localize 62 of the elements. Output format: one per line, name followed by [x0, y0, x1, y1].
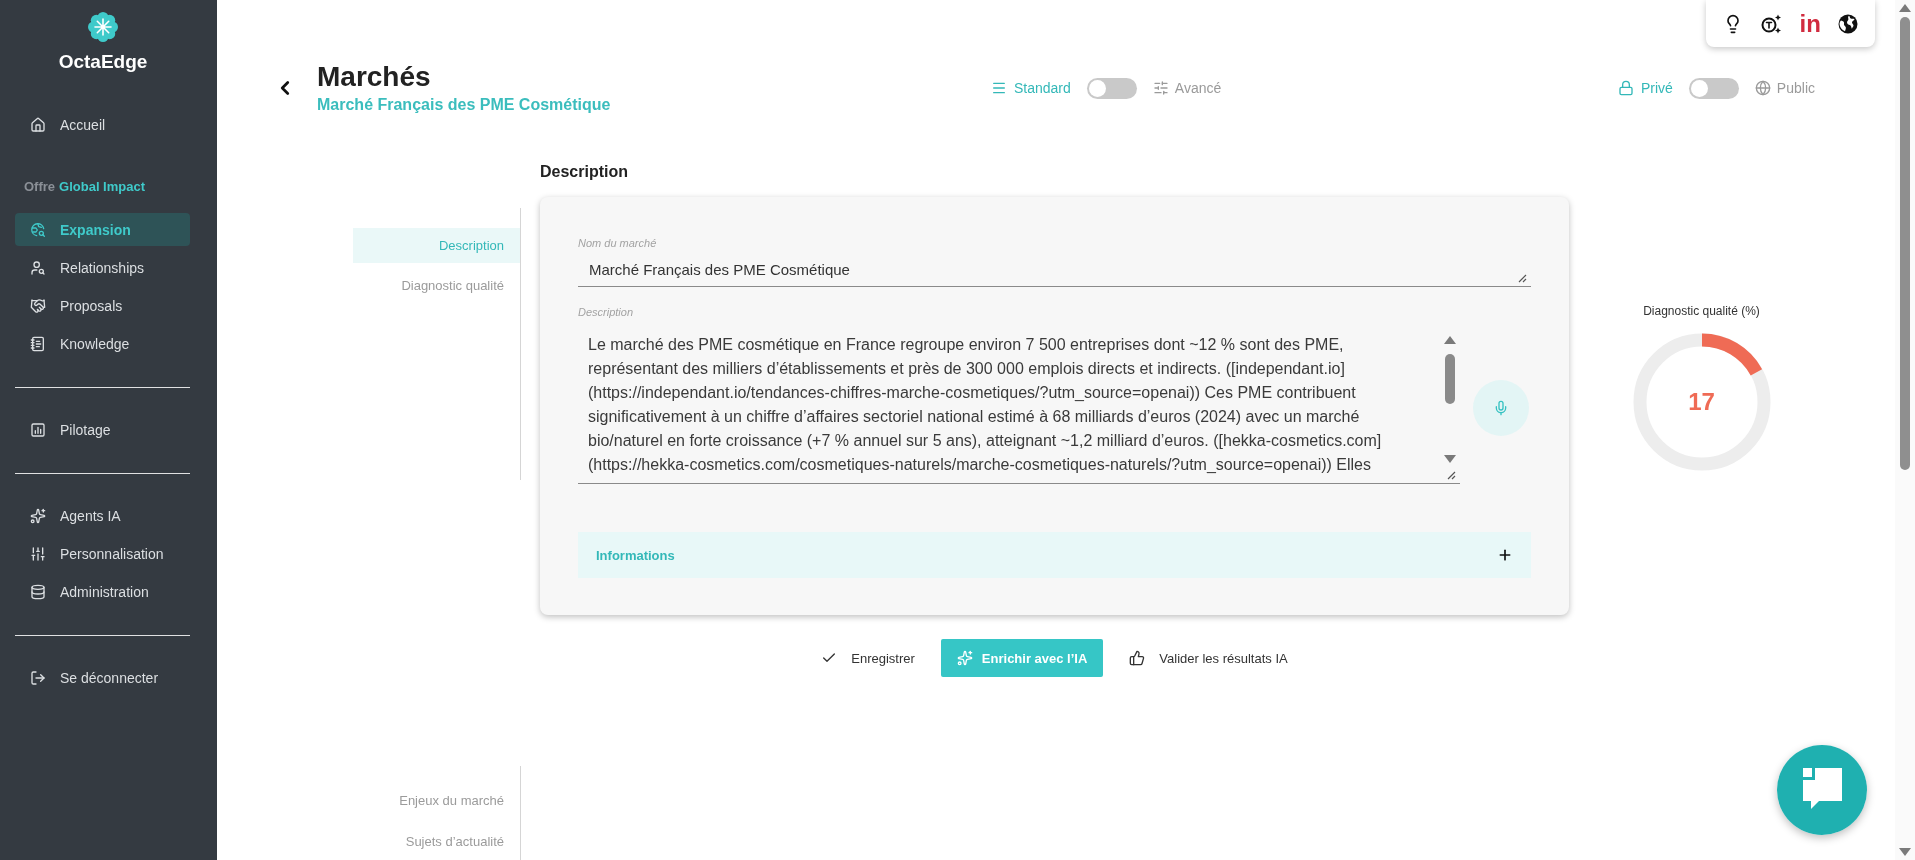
nav-item[interactable]: Pilotage — [15, 413, 190, 446]
user-search-icon — [30, 259, 46, 276]
field-label: Description — [578, 306, 635, 319]
notebook-icon — [30, 335, 46, 352]
switch-option-label: Privé — [1640, 79, 1673, 97]
menu-icon — [991, 80, 1007, 96]
switch-option-label: Public — [1776, 79, 1815, 97]
logout-icon — [30, 669, 46, 686]
lock-icon — [1617, 80, 1634, 96]
scroll-thumb[interactable] — [1900, 17, 1910, 470]
action-button[interactable]: Enregistrer — [815, 639, 921, 677]
toggle-switch[interactable] — [1688, 77, 1739, 99]
action-button[interactable]: Valider les résultats IA — [1123, 639, 1294, 677]
handshake-icon — [30, 297, 46, 314]
page-subtitle: Marché Français des PME Cosmétique — [317, 95, 612, 115]
social-link[interactable]: in — [1799, 11, 1821, 36]
nav-item[interactable]: Expansion — [15, 213, 190, 246]
page-scrollbar[interactable] — [1895, 0, 1915, 860]
nav-item[interactable]: Se déconnecter — [15, 661, 190, 694]
globe-icon — [1754, 80, 1771, 96]
logo-icon — [88, 12, 118, 42]
nav-item[interactable]: Administration — [15, 575, 190, 608]
market-name-field[interactable]: Marché Français des PME Cosmétique — [578, 255, 1531, 287]
chat-button[interactable] — [1777, 745, 1867, 835]
offer-name: Global Impact — [59, 179, 146, 195]
nav-item[interactable]: Relationships — [15, 251, 190, 284]
bar-chart-icon — [30, 421, 46, 438]
nav-item[interactable]: Proposals — [15, 289, 190, 322]
sliders-icon — [1152, 80, 1169, 96]
scroll-thumb[interactable] — [1445, 354, 1455, 404]
switch-option-label: Avancé — [1174, 79, 1222, 97]
scroll-up-icon — [1899, 4, 1911, 12]
house-icon — [30, 116, 46, 133]
sliders-icon — [30, 545, 46, 562]
scroll-down-icon — [1899, 848, 1911, 856]
microphone-icon — [1493, 400, 1509, 416]
sparkles-icon — [956, 650, 973, 666]
offer-prefix: Offre — [24, 179, 56, 195]
database-icon — [30, 583, 46, 600]
globe-search-icon — [30, 221, 46, 238]
textarea-scrollbar[interactable] — [1441, 336, 1459, 463]
nav-item[interactable]: Knowledge — [15, 327, 190, 360]
nav-item[interactable]: Agents IA — [15, 499, 190, 532]
quality-title: Diagnostic qualité (%) — [1643, 303, 1760, 319]
scroll-up-icon — [1444, 336, 1456, 344]
description-field[interactable]: Le marché des PME cosmétique en France regroupe environ 7 500 entreprises dont ~12 % sont des PME, représentant des milliers d’établissements et près de 300 000 emplois directs et indirects. ([independant.io](https://independant.io/tendances-chiffres-marche-cosmetiques/?utm_source=openai)) Ces PME contribuent significativement à un chiffre d’affaires sectoriel national estimé à 68 milliards d’euros (2024) avec un marché bio/naturel en forte croissance (+7 % annuel sur 5 ans), atteignant ~1,2 milliard d’euros. ([hekka-cosmetics.com](https://hekka-cosmetics.com/cosmetiques-naturels/marche-cosmetiques-naturels/?utm_source=openai)) Elles — [578, 332, 1460, 484]
thumbs-up-icon — [1129, 650, 1146, 666]
nav-item[interactable]: Personnalisation — [15, 537, 190, 570]
toggle-knob — [1088, 79, 1106, 97]
toggle-knob — [1690, 79, 1708, 97]
nav-item[interactable]: Accueil — [15, 108, 190, 141]
switch-option-label: Standard — [1014, 79, 1071, 97]
globe-icon[interactable] — [1838, 13, 1859, 34]
sparkles-icon — [30, 507, 46, 524]
brand-name: OctaEdge — [58, 50, 148, 74]
page-title: Marchés — [317, 60, 432, 94]
toggle-switch[interactable] — [1086, 77, 1137, 99]
chat-bubble-icon — [1777, 745, 1867, 835]
section-heading: Description — [540, 162, 629, 182]
scroll-down-icon — [1444, 455, 1456, 463]
quality-score: 17 — [1688, 388, 1715, 416]
field-label: Nom du marché — [578, 237, 658, 250]
